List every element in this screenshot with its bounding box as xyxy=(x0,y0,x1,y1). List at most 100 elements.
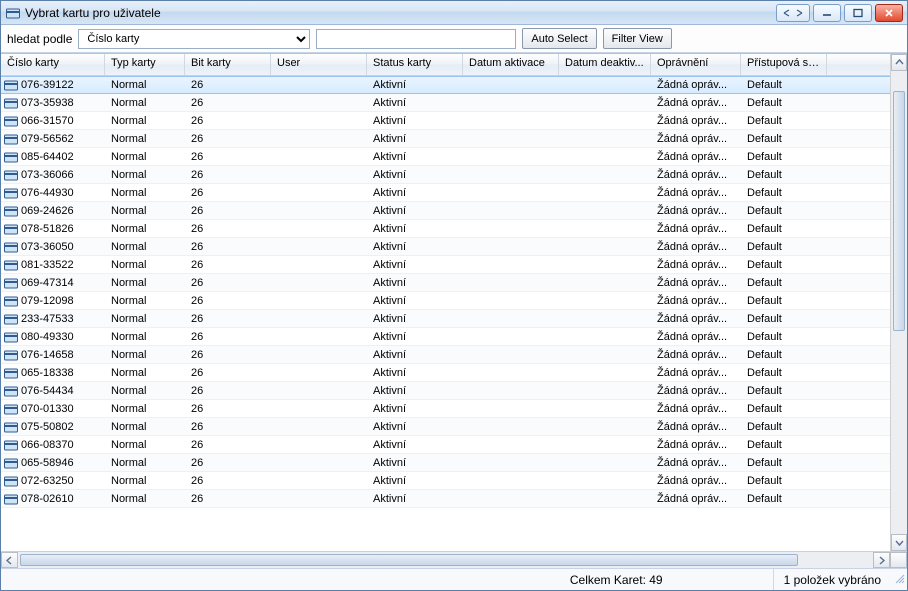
hscroll-thumb[interactable] xyxy=(20,554,798,566)
cell-typ: Normal xyxy=(105,456,185,470)
cell-status: Aktivní xyxy=(367,438,463,452)
col-datum-deaktivace[interactable]: Datum deaktiv... xyxy=(559,54,651,75)
scroll-left-button[interactable] xyxy=(1,552,18,568)
cell-skup: Default xyxy=(741,78,827,92)
col-opravneni[interactable]: Oprávnění xyxy=(651,54,741,75)
col-user[interactable]: User xyxy=(271,54,367,75)
table-row[interactable]: 078-51826Normal26AktivníŽádná opráv...De… xyxy=(1,220,890,238)
table-row[interactable]: 076-44930Normal26AktivníŽádná opráv...De… xyxy=(1,184,890,202)
resize-grip[interactable] xyxy=(891,572,907,587)
cell-bit: 26 xyxy=(185,150,271,164)
table-row[interactable]: 073-35938Normal26AktivníŽádná opráv...De… xyxy=(1,94,890,112)
filter-view-button[interactable]: Filter View xyxy=(603,28,672,49)
table-row[interactable]: 079-56562Normal26AktivníŽádná opráv...De… xyxy=(1,130,890,148)
table-row[interactable]: 069-47314Normal26AktivníŽádná opráv...De… xyxy=(1,274,890,292)
cell-bit: 26 xyxy=(185,294,271,308)
cell-opr: Žádná opráv... xyxy=(651,438,741,452)
cell-user xyxy=(271,390,367,392)
cell-bit: 26 xyxy=(185,204,271,218)
card-icon xyxy=(4,259,18,271)
cell-cislo: 078-02610 xyxy=(1,492,105,506)
cell-user xyxy=(271,192,367,194)
col-datum-aktivace[interactable]: Datum aktivace xyxy=(463,54,559,75)
cell-deakt xyxy=(559,138,651,140)
search-field-select[interactable]: Číslo karty xyxy=(78,29,310,49)
table-row[interactable]: 079-12098Normal26AktivníŽádná opráv...De… xyxy=(1,292,890,310)
cell-text: 076-44930 xyxy=(21,187,74,199)
table-row[interactable]: 066-08370Normal26AktivníŽádná opráv...De… xyxy=(1,436,890,454)
cell-status: Aktivní xyxy=(367,456,463,470)
cell-user xyxy=(271,336,367,338)
cell-cislo: 079-12098 xyxy=(1,294,105,308)
scroll-thumb[interactable] xyxy=(893,91,905,331)
cell-deakt xyxy=(559,228,651,230)
card-icon xyxy=(4,439,18,451)
col-status-karty[interactable]: Status karty xyxy=(367,54,463,75)
auto-select-button[interactable]: Auto Select xyxy=(522,28,596,49)
cell-bit: 26 xyxy=(185,276,271,290)
nav-button[interactable] xyxy=(776,4,810,22)
table-row[interactable]: 076-54434Normal26AktivníŽádná opráv...De… xyxy=(1,382,890,400)
table-row[interactable]: 081-33522Normal26AktivníŽádná opráv...De… xyxy=(1,256,890,274)
cell-deakt xyxy=(559,426,651,428)
table-row[interactable]: 078-02610Normal26AktivníŽádná opráv...De… xyxy=(1,490,890,508)
table-row[interactable]: 085-64402Normal26AktivníŽádná opráv...De… xyxy=(1,148,890,166)
cell-status: Aktivní xyxy=(367,150,463,164)
cell-status: Aktivní xyxy=(367,384,463,398)
cell-skup: Default xyxy=(741,474,827,488)
card-icon xyxy=(4,277,18,289)
scroll-up-button[interactable] xyxy=(891,54,907,71)
card-icon xyxy=(4,223,18,235)
scroll-right-button[interactable] xyxy=(873,552,890,568)
cell-skup: Default xyxy=(741,492,827,506)
card-icon xyxy=(4,241,18,253)
cell-typ: Normal xyxy=(105,150,185,164)
cell-bit: 26 xyxy=(185,492,271,506)
close-button[interactable] xyxy=(875,4,903,22)
cell-user xyxy=(271,210,367,212)
table-row[interactable]: 072-63250Normal26AktivníŽádná opráv...De… xyxy=(1,472,890,490)
status-total: Celkem Karet: 49 xyxy=(560,569,673,590)
cell-akt xyxy=(463,480,559,482)
minimize-button[interactable] xyxy=(813,4,841,22)
cell-text: 070-01330 xyxy=(21,403,74,415)
cell-text: 073-36050 xyxy=(21,241,74,253)
horizontal-scrollbar[interactable] xyxy=(1,551,907,568)
col-cislo-karty[interactable]: Číslo karty xyxy=(1,54,105,75)
table-row[interactable]: 073-36050Normal26AktivníŽádná opráv...De… xyxy=(1,238,890,256)
vertical-scrollbar[interactable] xyxy=(890,54,907,551)
table-body: 076-39122Normal26AktivníŽádná opráv...De… xyxy=(1,76,890,551)
table-row[interactable]: 080-49330Normal26AktivníŽádná opráv...De… xyxy=(1,328,890,346)
table-row[interactable]: 076-39122Normal26AktivníŽádná opráv...De… xyxy=(1,76,890,94)
cell-skup: Default xyxy=(741,258,827,272)
cell-cislo: 069-24626 xyxy=(1,204,105,218)
cell-typ: Normal xyxy=(105,366,185,380)
cell-skup: Default xyxy=(741,384,827,398)
cell-text: 085-64402 xyxy=(21,151,74,163)
cell-bit: 26 xyxy=(185,312,271,326)
cell-bit: 26 xyxy=(185,402,271,416)
hscroll-track[interactable] xyxy=(18,552,873,568)
table-row[interactable]: 233-47533Normal26AktivníŽádná opráv...De… xyxy=(1,310,890,328)
search-input[interactable] xyxy=(316,29,516,49)
table-row[interactable]: 066-31570Normal26AktivníŽádná opráv...De… xyxy=(1,112,890,130)
col-pristupova-skupina[interactable]: Přístupová skup... xyxy=(741,54,827,75)
cell-cislo: 073-36066 xyxy=(1,168,105,182)
table-row[interactable]: 065-18338Normal26AktivníŽádná opráv...De… xyxy=(1,364,890,382)
scroll-track[interactable] xyxy=(891,71,907,534)
table-row[interactable]: 070-01330Normal26AktivníŽádná opráv...De… xyxy=(1,400,890,418)
maximize-button[interactable] xyxy=(844,4,872,22)
cell-opr: Žádná opráv... xyxy=(651,150,741,164)
table-row[interactable]: 076-14658Normal26AktivníŽádná opráv...De… xyxy=(1,346,890,364)
col-bit-karty[interactable]: Bit karty xyxy=(185,54,271,75)
cell-bit: 26 xyxy=(185,240,271,254)
table-row[interactable]: 073-36066Normal26AktivníŽádná opráv...De… xyxy=(1,166,890,184)
table-row[interactable]: 069-24626Normal26AktivníŽádná opráv...De… xyxy=(1,202,890,220)
col-typ-karty[interactable]: Typ karty xyxy=(105,54,185,75)
cell-status: Aktivní xyxy=(367,132,463,146)
table-row[interactable]: 075-50802Normal26AktivníŽádná opráv...De… xyxy=(1,418,890,436)
scroll-down-button[interactable] xyxy=(891,534,907,551)
table-row[interactable]: 065-58946Normal26AktivníŽádná opráv...De… xyxy=(1,454,890,472)
cell-bit: 26 xyxy=(185,168,271,182)
cell-user xyxy=(271,102,367,104)
